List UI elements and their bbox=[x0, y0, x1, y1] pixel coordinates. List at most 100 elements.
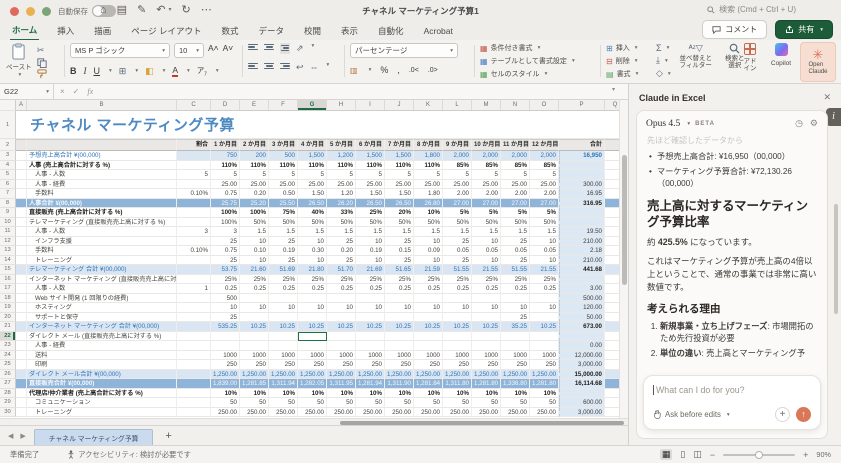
row-header-8[interactable]: 8 bbox=[0, 199, 16, 209]
sheet-tab-active[interactable]: チャネル マーケティング予算 bbox=[34, 429, 154, 446]
ribbon-tab-ページ レイアウト[interactable]: ページ レイアウト bbox=[129, 24, 203, 40]
page-layout-view-icon[interactable]: ▯ bbox=[680, 449, 685, 460]
cell[interactable] bbox=[559, 218, 605, 228]
cell[interactable]: 合計 bbox=[559, 139, 605, 151]
cell[interactable] bbox=[501, 341, 530, 351]
cell[interactable]: 1.5 bbox=[269, 227, 298, 237]
cell[interactable] bbox=[16, 180, 27, 190]
cell[interactable]: 1,250.00 bbox=[327, 370, 356, 380]
cell[interactable]: 0.05 bbox=[443, 246, 472, 256]
send-button[interactable]: ↑ bbox=[796, 407, 811, 422]
fill-icon[interactable]: ⤓ bbox=[656, 55, 660, 66]
page-break-view-icon[interactable]: ◫ bbox=[693, 449, 702, 460]
cell[interactable] bbox=[16, 170, 27, 180]
cell[interactable] bbox=[177, 313, 211, 323]
cell[interactable] bbox=[16, 227, 27, 237]
font-color-icon[interactable]: A bbox=[172, 65, 178, 77]
cell[interactable] bbox=[385, 313, 414, 323]
vertical-scrollbar[interactable] bbox=[619, 100, 628, 418]
cell[interactable]: 25 bbox=[501, 256, 530, 266]
cell[interactable]: 50% bbox=[240, 218, 269, 228]
cell[interactable]: 2,000 bbox=[443, 151, 472, 161]
cell[interactable] bbox=[177, 199, 211, 209]
cell[interactable]: 250 bbox=[327, 360, 356, 370]
cell[interactable]: 人事 (売上高合計に対する %) bbox=[27, 161, 177, 171]
format-cells-button[interactable]: ▤書式▾ bbox=[606, 69, 652, 79]
cell[interactable]: 1,311.80 bbox=[443, 379, 472, 389]
cell[interactable]: 10 bbox=[298, 237, 327, 247]
cell[interactable]: 26.50 bbox=[298, 199, 327, 209]
cell[interactable] bbox=[177, 360, 211, 370]
cell[interactable]: 250 bbox=[443, 360, 472, 370]
cell[interactable] bbox=[177, 341, 211, 351]
cell[interactable]: 50% bbox=[414, 218, 443, 228]
cell[interactable]: 27.00 bbox=[472, 199, 501, 209]
cell[interactable]: 5% bbox=[501, 208, 530, 218]
cell[interactable]: 10 bbox=[414, 237, 443, 247]
cell[interactable]: 441.68 bbox=[559, 265, 605, 275]
cell[interactable]: 5 bbox=[298, 170, 327, 180]
cell[interactable]: 51.55 bbox=[501, 265, 530, 275]
cell[interactable]: 0.25 bbox=[269, 284, 298, 294]
cell[interactable]: 5 bbox=[269, 170, 298, 180]
cell[interactable]: 50 bbox=[472, 398, 501, 408]
cell[interactable] bbox=[269, 341, 298, 351]
cell[interactable]: 25% bbox=[472, 275, 501, 285]
row-header-9[interactable]: 9 bbox=[0, 208, 16, 218]
cell[interactable]: 210.00 bbox=[559, 237, 605, 247]
cell[interactable]: 10 か月目 bbox=[472, 139, 501, 151]
cell[interactable]: 手数料 bbox=[27, 246, 177, 256]
cell[interactable]: 250 bbox=[356, 360, 385, 370]
cell[interactable]: 1.80 bbox=[414, 189, 443, 199]
cell[interactable]: 10.25 bbox=[327, 322, 356, 332]
cell[interactable]: 25 bbox=[501, 237, 530, 247]
cell[interactable]: 10 bbox=[269, 303, 298, 313]
ribbon-tab-自動化[interactable]: 自動化 bbox=[376, 24, 406, 40]
cell[interactable]: 1.5 bbox=[356, 227, 385, 237]
cell[interactable]: 0.20 bbox=[240, 189, 269, 199]
cell[interactable]: 割合 bbox=[177, 139, 211, 151]
cell[interactable] bbox=[16, 275, 27, 285]
cell[interactable]: 10 bbox=[385, 303, 414, 313]
cell[interactable] bbox=[16, 189, 27, 199]
cell[interactable] bbox=[16, 246, 27, 256]
cell[interactable]: 10% bbox=[385, 389, 414, 399]
cell[interactable]: 250 bbox=[298, 360, 327, 370]
redo-icon[interactable]: ↻ bbox=[182, 3, 191, 16]
cell[interactable]: 250.00 bbox=[240, 408, 269, 418]
cell[interactable]: 1000 bbox=[240, 351, 269, 361]
cell[interactable]: 50% bbox=[501, 218, 530, 228]
model-selector[interactable]: Opus 4.5 bbox=[646, 119, 680, 129]
minimize-window-button[interactable] bbox=[26, 7, 35, 16]
cell[interactable]: 0.25 bbox=[211, 284, 240, 294]
cell[interactable] bbox=[16, 313, 27, 323]
cell[interactable]: 10% bbox=[530, 389, 559, 399]
cell[interactable]: 10% bbox=[501, 389, 530, 399]
percent-style-icon[interactable]: % bbox=[380, 65, 388, 75]
cell[interactable]: 25% bbox=[240, 275, 269, 285]
autosum-icon[interactable]: Σ bbox=[656, 43, 662, 53]
cell[interactable]: 250.00 bbox=[472, 408, 501, 418]
cell[interactable]: 50.00 bbox=[559, 313, 605, 323]
cell[interactable]: 110% bbox=[269, 161, 298, 171]
cell[interactable]: 1,311.94 bbox=[269, 379, 298, 389]
cell[interactable] bbox=[356, 294, 385, 304]
italic-button[interactable]: I bbox=[84, 66, 87, 76]
cell[interactable] bbox=[177, 265, 211, 275]
cell[interactable]: 250.00 bbox=[385, 408, 414, 418]
cell[interactable]: 10.25 bbox=[530, 322, 559, 332]
cell[interactable]: 10.25 bbox=[356, 322, 385, 332]
ask-before-edits-menu[interactable]: Ask before edits ▾ bbox=[653, 410, 730, 419]
row-header-14[interactable]: 14 bbox=[0, 256, 16, 266]
cell[interactable]: 51.70 bbox=[327, 265, 356, 275]
cell[interactable]: 5 bbox=[530, 170, 559, 180]
cell[interactable]: 25.00 bbox=[327, 180, 356, 190]
cell[interactable]: 25 bbox=[327, 256, 356, 266]
cell[interactable]: 2.00 bbox=[443, 189, 472, 199]
cell[interactable] bbox=[269, 332, 298, 342]
cell[interactable]: 16.95 bbox=[559, 189, 605, 199]
attach-button[interactable]: + bbox=[775, 407, 790, 422]
cell[interactable]: 人事 - 人数 bbox=[27, 284, 177, 294]
cell[interactable]: 2,000 bbox=[501, 151, 530, 161]
cell[interactable]: 10% bbox=[327, 389, 356, 399]
